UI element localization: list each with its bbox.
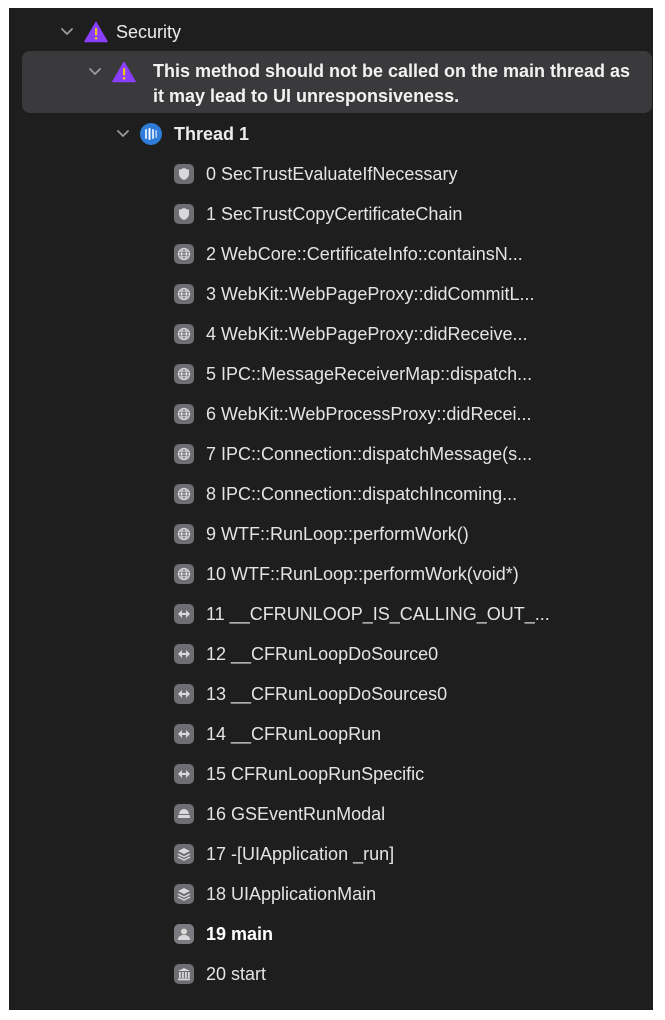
stack-frame-label: 6 WebKit::WebProcessProxy::didRecei... <box>206 403 532 424</box>
stack-frame-row[interactable]: 1 SecTrustCopyCertificateChain <box>174 202 462 226</box>
globe-icon <box>174 444 194 464</box>
graphics-services-icon <box>174 804 194 824</box>
warning-icon <box>84 21 108 43</box>
stack-frame-label: 12 __CFRunLoopDoSource0 <box>206 643 439 664</box>
globe-icon <box>174 364 194 384</box>
stack-frame-label: 0 SecTrustEvaluateIfNecessary <box>206 163 458 184</box>
category-row-security[interactable]: Security <box>60 20 181 44</box>
stack-frame-label: 11 __CFRUNLOOP_IS_CALLING_OUT_... <box>206 603 550 624</box>
issue-message: This method should not be called on the … <box>153 61 631 106</box>
stack-frame-label: 20 start <box>206 963 267 984</box>
runloop-icon <box>174 644 194 664</box>
stack-frame-row[interactable]: 9 WTF::RunLoop::performWork() <box>174 522 469 546</box>
stack-frame-row[interactable]: 0 SecTrustEvaluateIfNecessary <box>174 162 457 186</box>
stack-frame-label: 8 IPC::Connection::dispatchIncoming... <box>206 483 518 504</box>
globe-icon <box>174 564 194 584</box>
globe-icon <box>174 524 194 544</box>
runloop-icon <box>174 724 194 744</box>
thread-row[interactable]: Thread 1 <box>116 122 249 146</box>
stack-frame-row[interactable]: 19 main <box>174 922 273 946</box>
category-label: Security <box>116 21 182 42</box>
stack-frame-label: 2 WebCore::CertificateInfo::containsN... <box>206 243 523 264</box>
stack-frame-row[interactable]: 20 start <box>174 962 266 986</box>
stack-frame-label: 1 SecTrustCopyCertificateChain <box>206 203 463 224</box>
shield-icon <box>174 204 194 224</box>
thread-label: Thread 1 <box>174 123 250 144</box>
stack-frame-label: 9 WTF::RunLoop::performWork() <box>206 523 469 544</box>
stack-frame-row[interactable]: 2 WebCore::CertificateInfo::containsN... <box>174 242 523 266</box>
stack-frame-row[interactable]: 17 -[UIApplication _run] <box>174 842 394 866</box>
stack-frame-label: 7 IPC::Connection::dispatchMessage(s... <box>206 443 533 464</box>
stack-frame-label: 19 main <box>206 923 274 944</box>
chevron-down-icon[interactable] <box>60 25 74 39</box>
globe-icon <box>174 484 194 504</box>
stack-frame-row[interactable]: 15 CFRunLoopRunSpecific <box>174 762 424 786</box>
stack-frame-label: 18 UIApplicationMain <box>206 883 377 904</box>
stack-frame-row[interactable]: 14 __CFRunLoopRun <box>174 722 381 746</box>
runloop-icon <box>174 764 194 784</box>
shield-icon <box>174 164 194 184</box>
stack-frame-row[interactable]: 18 UIApplicationMain <box>174 882 376 906</box>
warning-icon <box>112 61 136 83</box>
stack-frame-row[interactable]: 7 IPC::Connection::dispatchMessage(s... <box>174 442 532 466</box>
stack-frame-label: 3 WebKit::WebPageProxy::didCommitL... <box>206 283 535 304</box>
globe-icon <box>174 404 194 424</box>
stack-icon <box>174 884 194 904</box>
issue-navigator-panel: Security This method should not be calle… <box>9 8 653 1010</box>
user-icon <box>174 924 194 944</box>
stack-frame-row[interactable]: 6 WebKit::WebProcessProxy::didRecei... <box>174 402 531 426</box>
globe-icon <box>174 324 194 344</box>
stack-icon <box>174 844 194 864</box>
stack-frame-label: 16 GSEventRunModal <box>206 803 386 824</box>
chevron-down-icon[interactable] <box>88 65 102 79</box>
stack-frame-row[interactable]: 4 WebKit::WebPageProxy::didReceive... <box>174 322 528 346</box>
stack-frame-row[interactable]: 12 __CFRunLoopDoSource0 <box>174 642 438 666</box>
stack-frame-row[interactable]: 5 IPC::MessageReceiverMap::dispatch... <box>174 362 532 386</box>
globe-icon <box>174 284 194 304</box>
runloop-icon <box>174 684 194 704</box>
issue-row-icons <box>88 60 136 84</box>
stack-frame-row[interactable]: 16 GSEventRunModal <box>174 802 385 826</box>
runloop-icon <box>174 604 194 624</box>
stack-frame-label: 5 IPC::MessageReceiverMap::dispatch... <box>206 363 533 384</box>
stack-frame-label: 10 WTF::RunLoop::performWork(void*) <box>206 563 519 584</box>
globe-icon <box>174 244 194 264</box>
stack-frame-label: 17 -[UIApplication _run] <box>206 843 395 864</box>
stack-frame-label: 15 CFRunLoopRunSpecific <box>206 763 425 784</box>
building-icon <box>174 964 194 984</box>
thread-icon <box>140 123 162 145</box>
stack-frame-row[interactable]: 13 __CFRunLoopDoSources0 <box>174 682 447 706</box>
chevron-down-icon[interactable] <box>116 127 130 141</box>
stack-frame-row[interactable]: 3 WebKit::WebPageProxy::didCommitL... <box>174 282 534 306</box>
stack-frame-label: 14 __CFRunLoopRun <box>206 723 382 744</box>
stack-frame-row[interactable]: 11 __CFRUNLOOP_IS_CALLING_OUT_... <box>174 602 550 626</box>
stack-frame-row[interactable]: 8 IPC::Connection::dispatchIncoming... <box>174 482 517 506</box>
stack-frame-label: 13 __CFRunLoopDoSources0 <box>206 683 448 704</box>
stack-frame-label: 4 WebKit::WebPageProxy::didReceive... <box>206 323 528 344</box>
stack-frame-row[interactable]: 10 WTF::RunLoop::performWork(void*) <box>174 562 519 586</box>
